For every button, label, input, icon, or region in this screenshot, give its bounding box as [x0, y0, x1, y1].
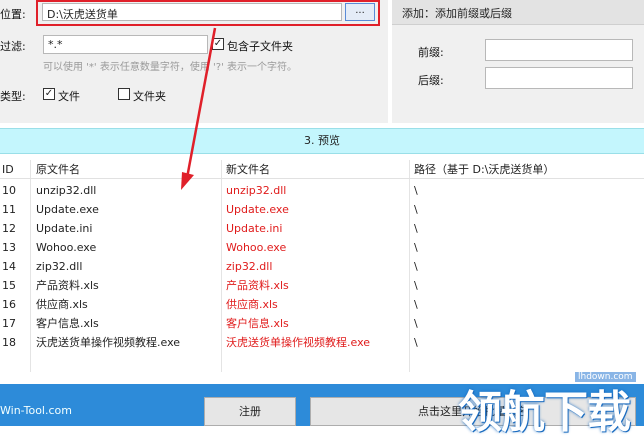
- annotation-arrow: [181, 27, 217, 190]
- register-button[interactable]: 注册: [204, 397, 296, 426]
- watermark-url: lhdown.com: [575, 372, 636, 382]
- brand-link[interactable]: Win-Tool.com: [0, 404, 72, 417]
- watermark-logo: 领航下载: [458, 387, 631, 438]
